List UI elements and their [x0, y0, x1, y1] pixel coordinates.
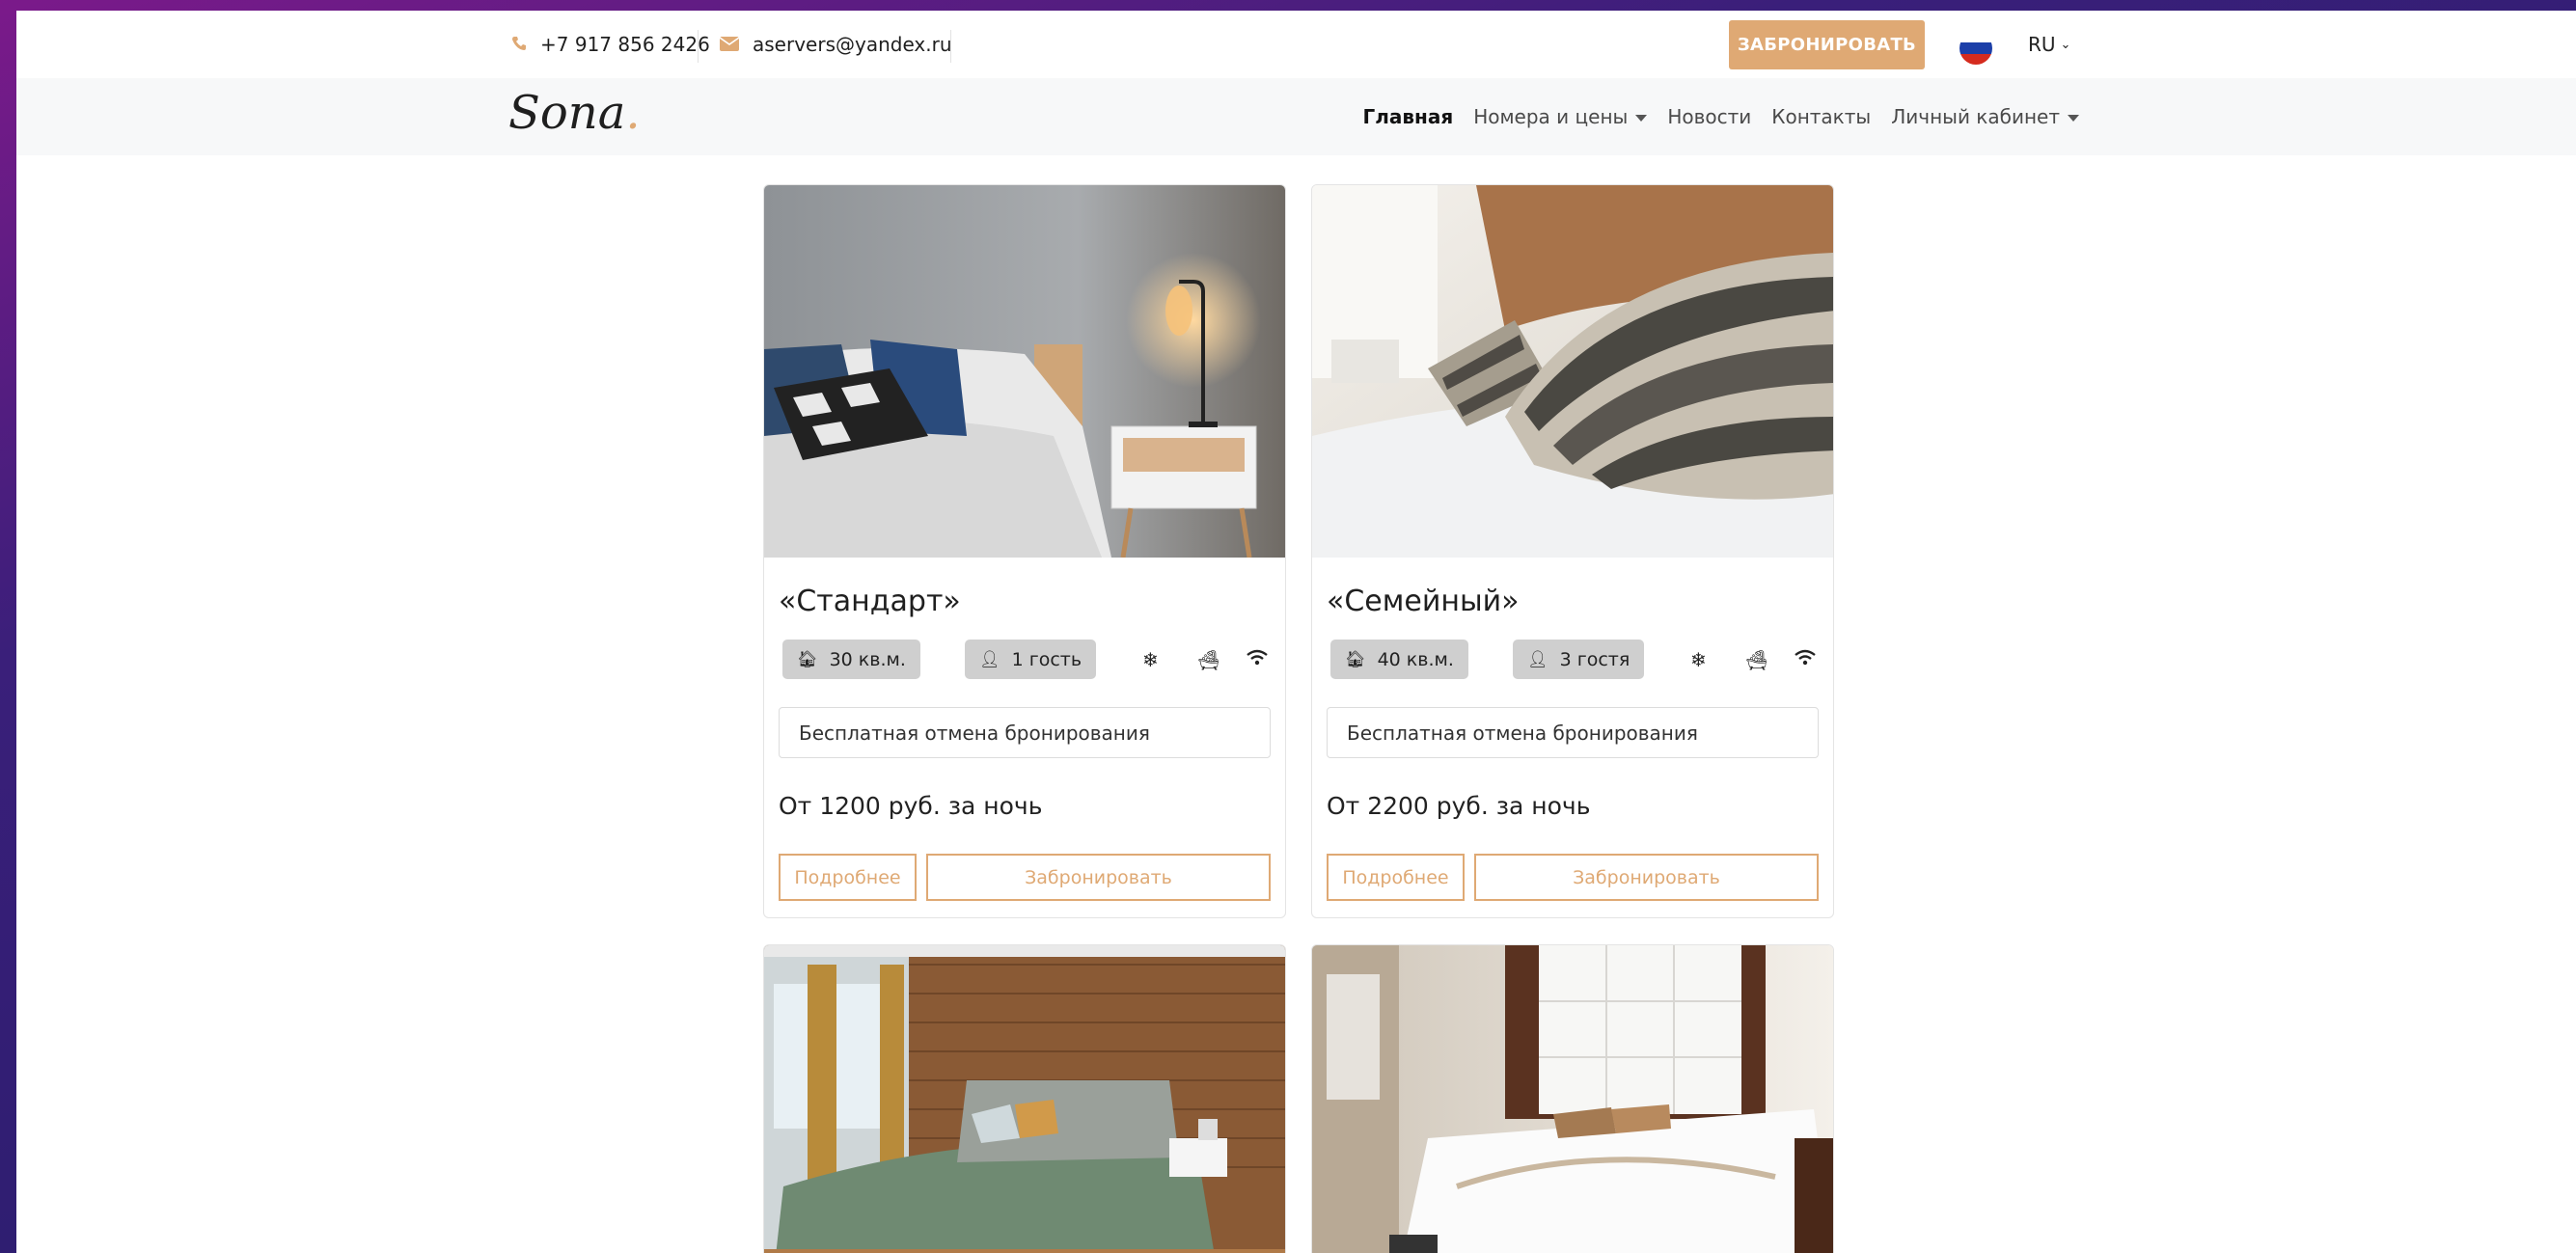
page: +7 917 856 2426 aservers@yandex.ru ЗАБРО… [16, 11, 2576, 1253]
wifi-icon [1795, 648, 1816, 671]
nav-item-account-label: Личный кабинет [1891, 105, 2060, 128]
envelope-icon [719, 33, 740, 56]
room-photo[interactable] [764, 945, 1285, 1253]
book-room-button[interactable]: Забронировать [926, 854, 1271, 901]
nav-item-rooms-label: Номера и цены [1473, 105, 1629, 128]
home-icon: 🏠︎ [797, 649, 818, 669]
nav-item-news[interactable]: Новости [1667, 105, 1751, 128]
site-logo[interactable]: Sona. [508, 86, 641, 140]
free-cancellation-note: Бесплатная отмена бронирования [779, 707, 1271, 758]
guests-value: 1 гость [1011, 648, 1082, 670]
free-cancellation-note: Бесплатная отмена бронирования [1327, 707, 1819, 758]
logo-dot: . [625, 86, 641, 140]
room-photo[interactable] [1312, 185, 1833, 558]
guests-badge: 👤︎ 1 гость [965, 640, 1097, 679]
room-price: От 2200 руб. за ночь [1327, 792, 1591, 820]
user-icon: 👤︎ [979, 649, 1000, 669]
guests-value: 3 гостя [1559, 648, 1631, 670]
room-card [1311, 944, 1834, 1253]
bathtub-icon: 🛁︎ [1196, 648, 1221, 671]
area-value: 30 кв.м. [829, 648, 906, 670]
nav-menu: Главная Номера и цены Новости Контакты Л… [1362, 78, 2079, 155]
snowflake-icon: ❄ [1142, 648, 1159, 671]
room-photo[interactable] [764, 185, 1285, 558]
language-label: RU [2028, 33, 2056, 56]
room-photo[interactable] [1312, 945, 1833, 1253]
snowflake-icon: ❄ [1690, 648, 1707, 671]
top-bar: +7 917 856 2426 aservers@yandex.ru ЗАБРО… [16, 11, 2576, 78]
area-value: 40 кв.м. [1377, 648, 1454, 670]
bathtub-icon: 🛁︎ [1744, 648, 1769, 671]
russia-flag-icon[interactable] [1959, 32, 1992, 65]
details-button[interactable]: Подробнее [1327, 854, 1465, 901]
room-title: «Семейный» [1327, 585, 1520, 618]
logo-text: Sona [508, 86, 626, 140]
phone-icon [511, 33, 527, 56]
nav-item-contacts[interactable]: Контакты [1771, 105, 1871, 128]
nav-item-rooms[interactable]: Номера и цены [1473, 105, 1648, 128]
caret-down-icon [2068, 115, 2079, 122]
chevron-down-icon: ⌄ [2060, 37, 2071, 52]
details-button[interactable]: Подробнее [779, 854, 917, 901]
book-room-button[interactable]: Забронировать [1474, 854, 1819, 901]
divider [698, 30, 699, 63]
room-price: От 1200 руб. за ночь [779, 792, 1043, 820]
language-selector[interactable]: RU ⌄ [2028, 11, 2070, 78]
divider [950, 30, 951, 63]
phone-number: +7 917 856 2426 [540, 33, 710, 56]
nav-item-home[interactable]: Главная [1362, 105, 1453, 128]
area-badge: 🏠︎ 30 кв.м. [782, 640, 920, 679]
email-contact[interactable]: aservers@yandex.ru [719, 11, 952, 78]
book-now-button[interactable]: ЗАБРОНИРОВАТЬ [1729, 20, 1925, 69]
email-address: aservers@yandex.ru [753, 33, 952, 56]
room-card: «Семейный» 🏠︎ 40 кв.м. 👤︎ 3 гостя ❄ 🛁︎ Б… [1311, 184, 1834, 918]
room-card: «Стандарт» 🏠︎ 30 кв.м. 👤︎ 1 гость ❄ 🛁︎ Б… [763, 184, 1286, 918]
caret-down-icon [1635, 115, 1648, 122]
room-title: «Стандарт» [779, 585, 961, 618]
room-card [763, 944, 1286, 1253]
home-icon: 🏠︎ [1345, 649, 1366, 669]
nav-item-account[interactable]: Личный кабинет [1891, 105, 2079, 128]
main-navbar: Sona. Главная Номера и цены Новости Конт… [16, 78, 2576, 155]
wifi-icon [1247, 648, 1268, 671]
user-icon: 👤︎ [1527, 649, 1548, 669]
phone-contact[interactable]: +7 917 856 2426 [511, 11, 710, 78]
guests-badge: 👤︎ 3 гостя [1513, 640, 1645, 679]
area-badge: 🏠︎ 40 кв.м. [1330, 640, 1468, 679]
